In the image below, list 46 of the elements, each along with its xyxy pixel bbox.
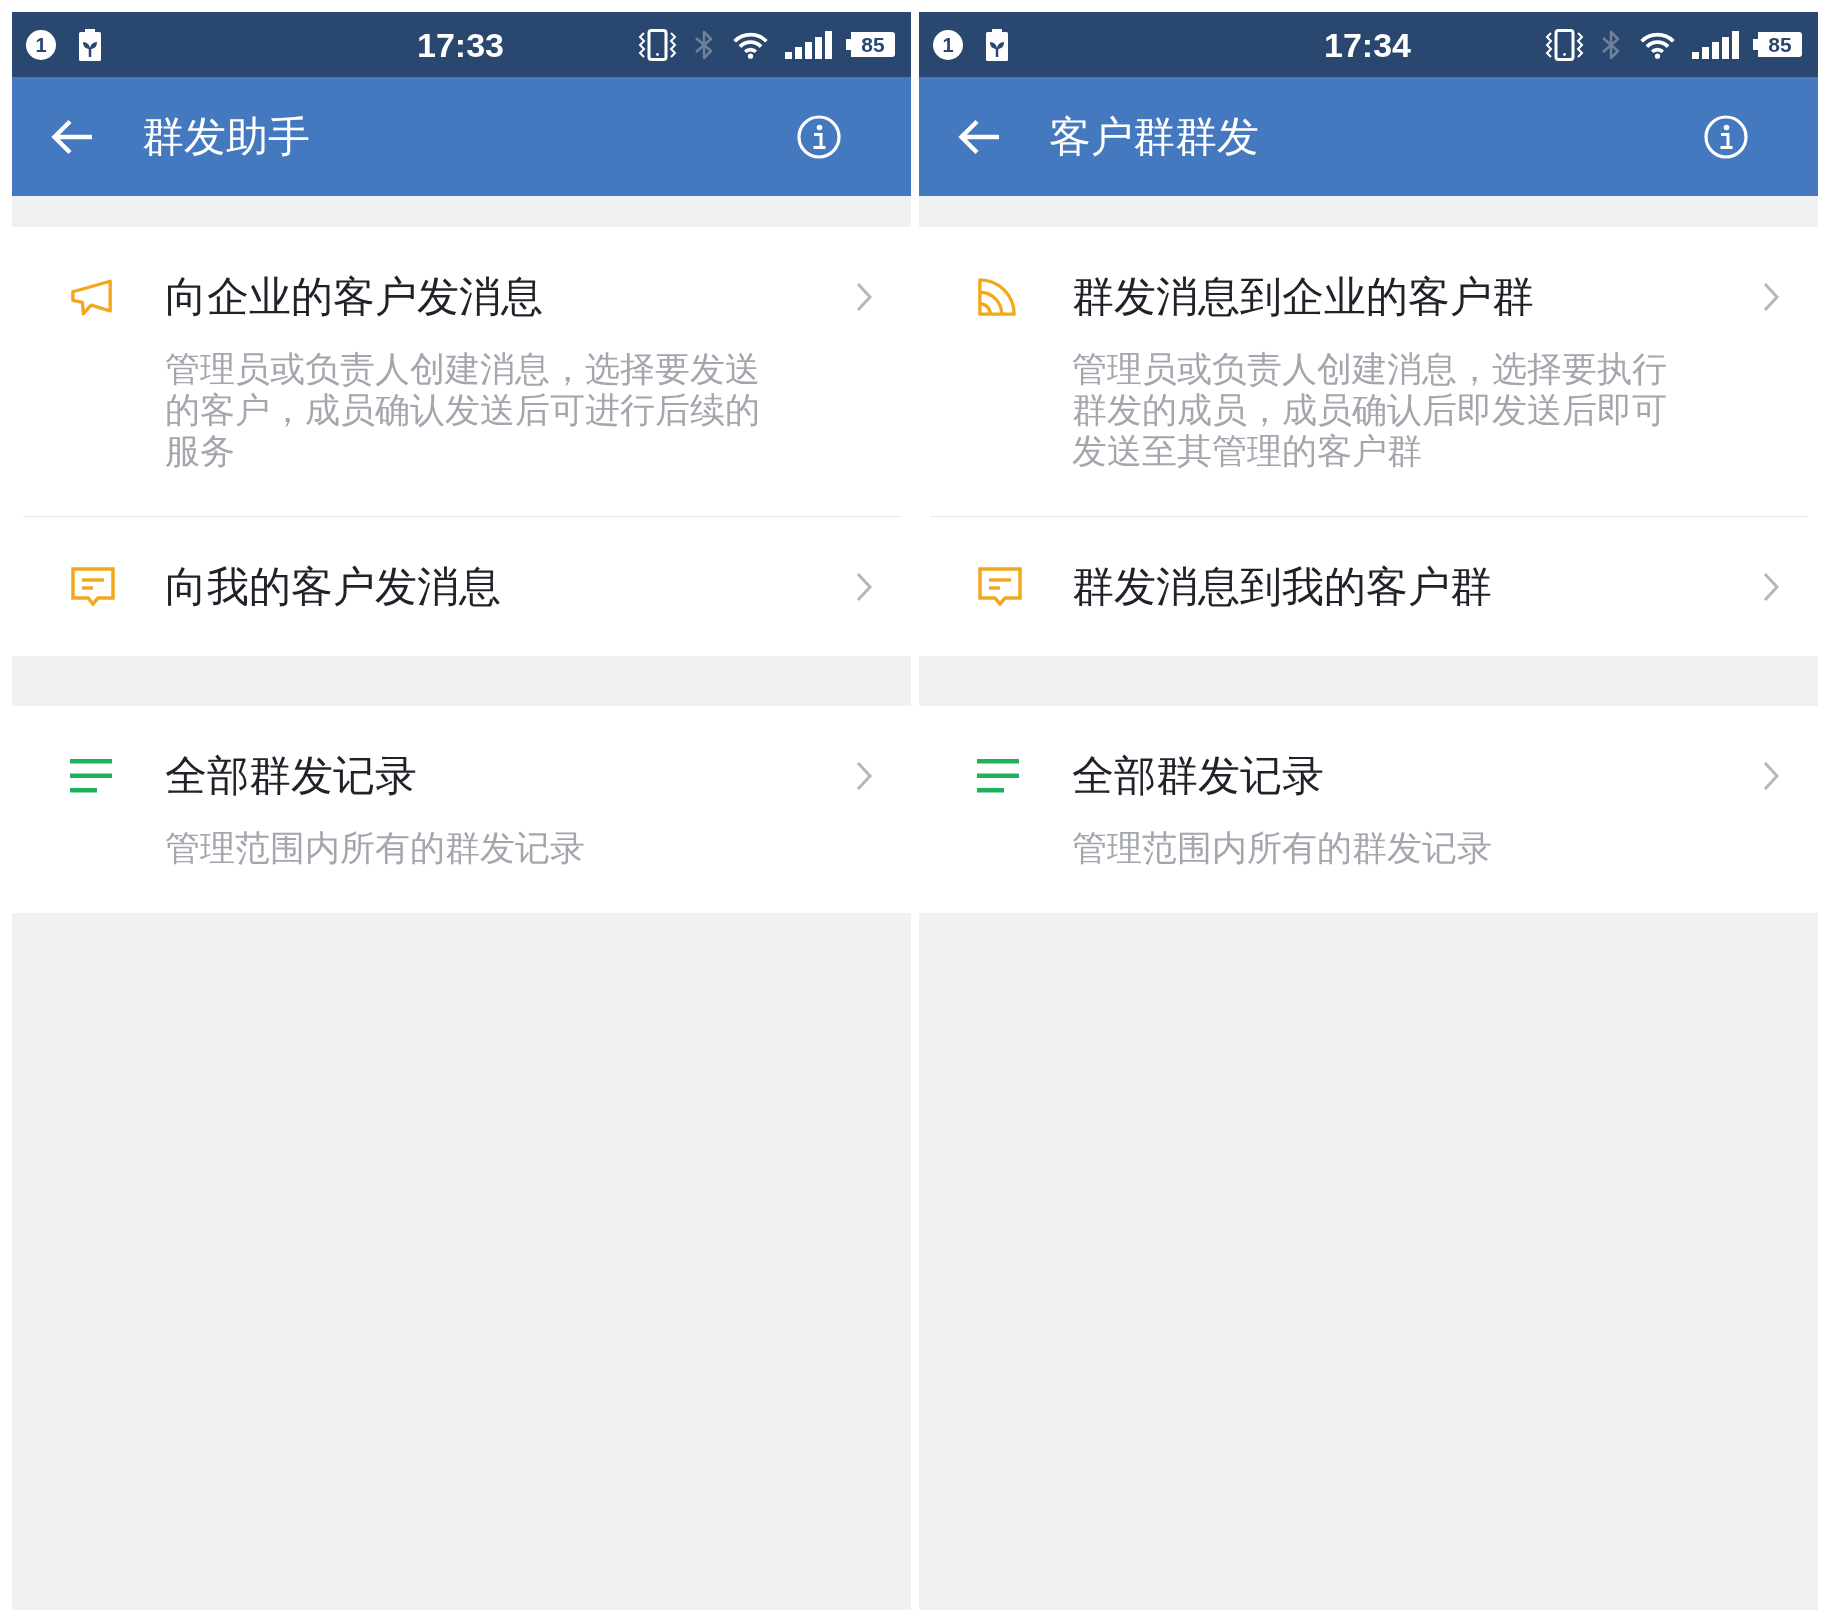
battery-indicator: 85 — [846, 32, 895, 57]
battery-indicator: 85 — [1753, 32, 1802, 57]
item-title: 向我的客户发消息 — [165, 565, 502, 609]
list-icon — [977, 759, 1019, 793]
item-title: 全部群发记录 — [165, 754, 418, 798]
app-bar-title: 群发助手 — [142, 111, 311, 162]
chevron-right-icon — [1762, 281, 1780, 313]
info-icon[interactable] — [1704, 114, 1748, 159]
battery-leaf-icon — [985, 28, 1009, 61]
chevron-right-icon — [855, 571, 873, 603]
item-title: 全部群发记录 — [1072, 754, 1325, 798]
menu-item[interactable]: 向企业的客户发消息 管理员或负责人创建消息，选择要发送的客户，成员确认发送后可进行后续的服务 — [12, 227, 911, 516]
item-title: 向企业的客户发消息 — [165, 275, 544, 319]
menu-item[interactable]: 群发消息到我的客户群 — [919, 517, 1818, 656]
megaphone-icon — [70, 277, 114, 317]
chevron-right-icon — [1762, 760, 1780, 792]
chevron-right-icon — [1762, 571, 1780, 603]
signal-icon — [785, 30, 832, 59]
message-icon — [977, 566, 1023, 608]
info-icon[interactable] — [797, 114, 841, 159]
item-title: 群发消息到企业的客户群 — [1072, 275, 1535, 319]
item-description: 管理员或负责人创建消息，选择要发送的客户，成员确认发送后可进行后续的服务 — [165, 349, 761, 472]
notification-count: 1 — [933, 29, 963, 60]
menu-item[interactable]: 群发消息到企业的客户群 管理员或负责人创建消息，选择要执行群发的成员，成员确认后即发送后即可发送至其管理的客户群 — [919, 227, 1818, 516]
item-description: 管理范围内所有的群发记录 — [1072, 828, 1493, 869]
menu-item[interactable]: 全部群发记录 管理范围内所有的群发记录 — [12, 706, 911, 913]
status-time: 17:33 — [417, 24, 504, 65]
chevron-right-icon — [855, 281, 873, 313]
broadcast-icon — [977, 277, 1017, 317]
menu-item[interactable]: 全部群发记录 管理范围内所有的群发记录 — [919, 706, 1818, 913]
item-description: 管理员或负责人创建消息，选择要执行群发的成员，成员确认后即发送后即可发送至其管理的客户群 — [1072, 349, 1668, 472]
chevron-right-icon — [855, 760, 873, 792]
menu-item[interactable]: 向我的客户发消息 — [12, 517, 911, 656]
signal-icon — [1692, 30, 1739, 59]
back-arrow-icon[interactable] — [49, 117, 93, 156]
vibrate-icon — [1544, 28, 1585, 61]
message-icon — [70, 566, 116, 608]
list-icon — [70, 759, 112, 793]
battery-leaf-icon — [78, 28, 102, 61]
item-title: 群发消息到我的客户群 — [1072, 565, 1493, 609]
back-arrow-icon[interactable] — [956, 117, 1000, 156]
app-bar-title: 客户群群发 — [1049, 111, 1260, 162]
status-time: 17:34 — [1324, 24, 1411, 65]
notification-count: 1 — [26, 29, 56, 60]
vibrate-icon — [637, 28, 678, 61]
item-description: 管理范围内所有的群发记录 — [165, 828, 586, 869]
